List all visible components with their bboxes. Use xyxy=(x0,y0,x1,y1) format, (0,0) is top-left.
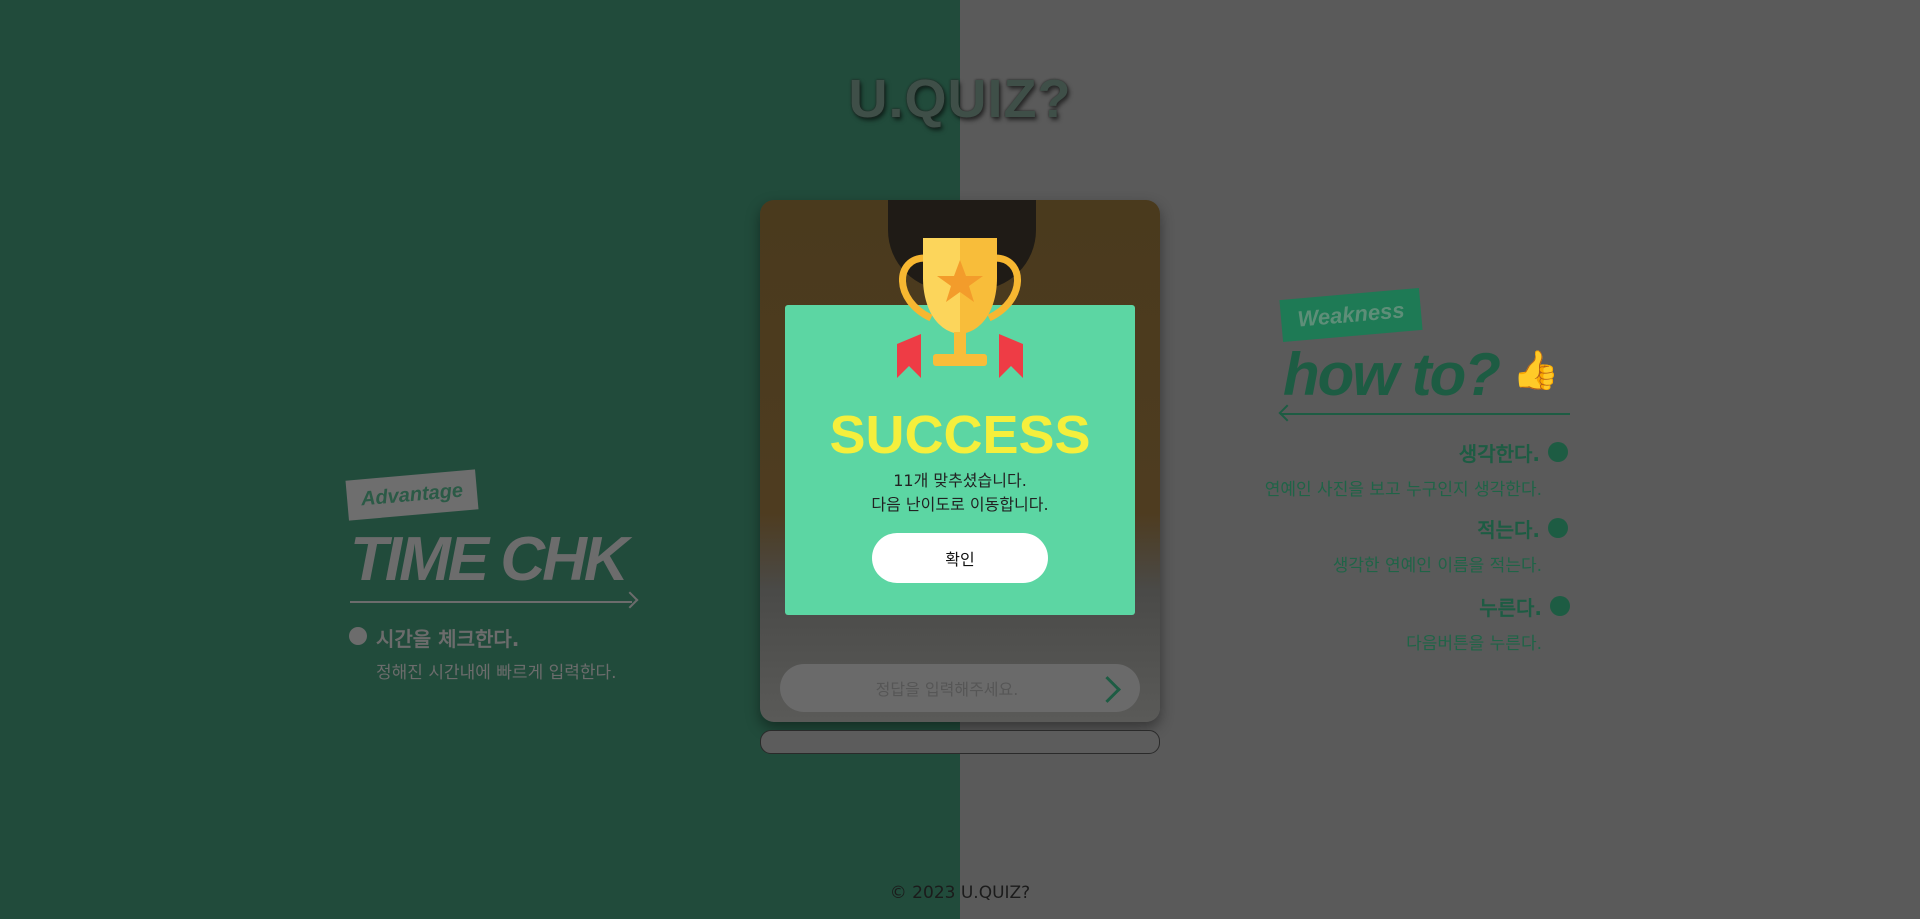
next-button[interactable] xyxy=(1094,673,1124,703)
bullet-dot-icon xyxy=(1548,518,1568,538)
bullet-dot-icon xyxy=(1550,596,1570,616)
answer-input[interactable] xyxy=(800,664,1094,714)
advantage-title: TIME CHK xyxy=(350,525,629,594)
site-logo[interactable]: U.QUIZ? xyxy=(0,68,1920,130)
bullet-dot-icon xyxy=(1548,442,1568,462)
modal-message-score: 11개 맞추셨습니다. xyxy=(893,471,1027,490)
modal-title: SUCCESS xyxy=(829,405,1091,465)
advantage-description: 정해진 시간내에 빠르게 입력한다. xyxy=(376,663,617,683)
trophy-icon xyxy=(897,238,1023,378)
answer-form xyxy=(780,664,1140,714)
step-heading-think: 생각한다. xyxy=(1458,442,1540,466)
step-heading-write: 적는다. xyxy=(1477,518,1540,542)
time-progress-bar xyxy=(760,730,1160,754)
modal-message-next: 다음 난이도로 이동합니다. xyxy=(871,495,1049,514)
bullet-dot-icon xyxy=(349,627,367,645)
thumbs-up-icon: 👍 xyxy=(1512,348,1560,392)
advantage-heading: 시간을 체크한다. xyxy=(376,627,520,651)
footer-copyright: © 2023 U.QUIZ? xyxy=(889,883,1031,903)
step-description-press: 다음버튼을 누른다. xyxy=(1406,634,1542,654)
weakness-title: how to? xyxy=(1283,341,1501,408)
step-heading-press: 누른다. xyxy=(1479,596,1542,620)
confirm-button[interactable]: 확인 xyxy=(872,533,1048,583)
step-description-think: 연예인 사진을 보고 누구인지 생각한다. xyxy=(1264,480,1542,500)
step-description-write: 생각한 연예인 이름을 적는다. xyxy=(1332,556,1542,576)
weakness-divider xyxy=(1280,413,1570,415)
chevron-right-icon xyxy=(1094,676,1121,703)
advantage-divider xyxy=(350,601,632,603)
